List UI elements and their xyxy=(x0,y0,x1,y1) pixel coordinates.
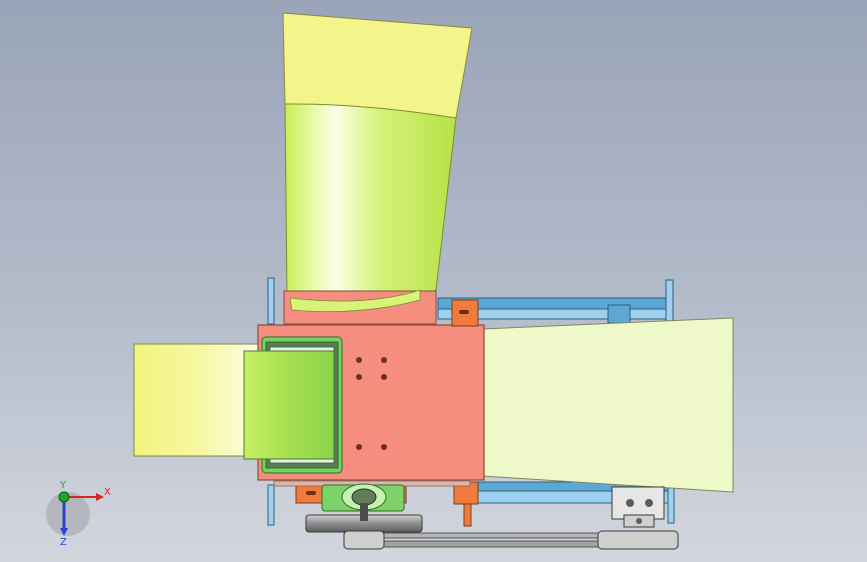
y-axis-origin xyxy=(58,491,70,503)
hopper[interactable] xyxy=(282,12,473,325)
left-post xyxy=(267,277,275,325)
window-cover xyxy=(243,350,335,460)
motor-bolt-2 xyxy=(645,499,653,507)
z-axis-label: Z xyxy=(60,537,67,548)
right-bracket-plate xyxy=(607,304,631,324)
left-post-lower xyxy=(267,484,275,526)
x-axis-label: X xyxy=(104,487,111,498)
bracket-center-stem xyxy=(463,503,472,527)
x-axis-arrow xyxy=(96,493,104,501)
right-belt-sheave xyxy=(597,530,679,550)
y-axis-label: Y xyxy=(59,480,67,491)
bearing-inner xyxy=(351,488,377,506)
shaft xyxy=(360,503,368,521)
bracket-left-slot xyxy=(306,491,316,495)
feed-chute[interactable] xyxy=(133,343,261,457)
right-post-lower xyxy=(667,484,675,524)
cad-3d-viewport[interactable] xyxy=(0,0,867,562)
discharge-chute[interactable] xyxy=(481,317,734,493)
motor-mount xyxy=(611,486,665,520)
motor-bolt-1 xyxy=(626,499,634,507)
motor-bracket[interactable] xyxy=(611,486,665,528)
inspection-window[interactable] xyxy=(243,336,343,474)
left-belt-sheave xyxy=(343,530,385,550)
bracket-top-tab-slot xyxy=(459,310,469,314)
hopper-top-rim xyxy=(282,12,473,119)
hopper-conical-body xyxy=(284,103,457,308)
motor-foot-bolt xyxy=(636,518,642,524)
coordinate-triad: X Z Y xyxy=(46,480,111,548)
